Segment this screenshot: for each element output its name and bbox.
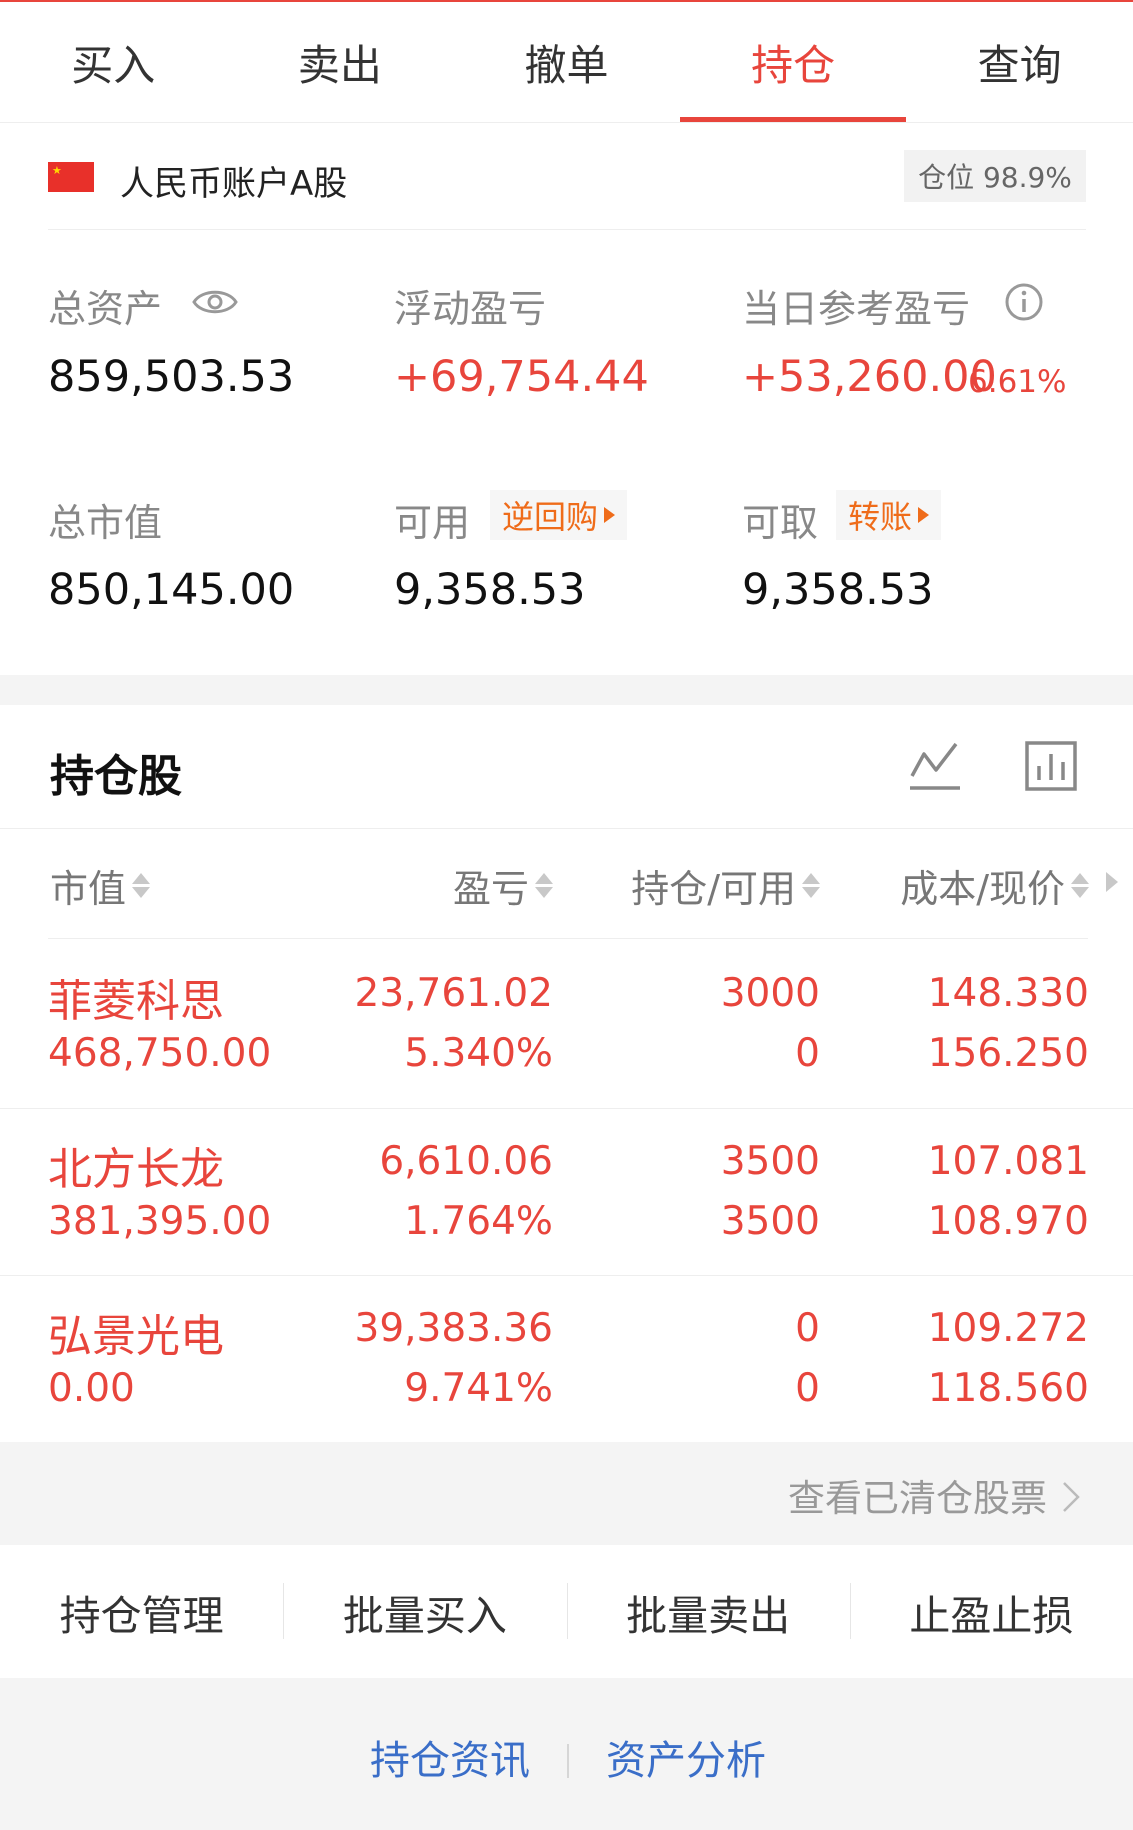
stock-cost: 148.330 [927, 971, 1089, 1016]
reverse-repo-button[interactable]: 逆回购 [490, 490, 628, 540]
withdrawable-label: 可取 [742, 501, 819, 545]
triangle-right-icon [918, 507, 930, 523]
total-assets-value: 859,503.53 [48, 352, 295, 402]
daily-pl-percent: 6.61% [968, 364, 1067, 400]
tab-cancel[interactable]: 撤单 [453, 2, 680, 122]
batch-buy-button[interactable]: 批量买入 [283, 1545, 566, 1678]
sort-icon [802, 873, 820, 898]
stock-pl: 6,610.06 [379, 1139, 553, 1184]
tab-buy[interactable]: 买入 [0, 2, 227, 122]
stock-available: 0 [795, 1031, 820, 1076]
stop-profit-loss-button[interactable]: 止盈止损 [849, 1545, 1133, 1678]
column-cost-price-label: 成本/现价 [900, 867, 1065, 911]
section-gap [0, 675, 1133, 705]
trade-tabs: 买入 卖出 撤单 持仓 查询 [0, 2, 1133, 123]
bottom-links: 持仓资讯 资产分析 [0, 1678, 1133, 1830]
floating-pl-value: +69,754.44 [394, 352, 649, 402]
table-row[interactable]: 菲菱科思 468,750.00 23,761.02 5.340% 3000 0 … [0, 941, 1133, 1108]
stock-price: 118.560 [927, 1366, 1089, 1411]
market-value-label: 总市值 [48, 501, 163, 545]
column-hold-available-label: 持仓/可用 [631, 867, 796, 911]
batch-sell-button[interactable]: 批量卖出 [566, 1545, 850, 1678]
manage-holdings-button[interactable]: 持仓管理 [0, 1545, 283, 1678]
sort-icon [132, 873, 151, 898]
daily-pl-label: 当日参考盈亏 [742, 287, 971, 331]
transfer-label: 转账 [848, 498, 913, 536]
withdrawable-value: 9,358.53 [742, 565, 934, 615]
tab-holdings[interactable]: 持仓 [679, 2, 907, 122]
account-name[interactable]: 人民币账户A股 [120, 156, 347, 205]
transfer-button[interactable]: 转账 [836, 490, 942, 540]
triangle-right-icon [604, 507, 616, 523]
table-row[interactable]: 弘景光电 0.00 39,383.36 9.741% 0 0 109.272 1… [0, 1276, 1133, 1443]
eye-icon[interactable] [192, 286, 238, 318]
tab-query[interactable]: 查询 [906, 2, 1133, 122]
stock-pl: 23,761.02 [354, 971, 554, 1016]
reverse-repo-label: 逆回购 [502, 498, 599, 536]
stock-hold: 3500 [720, 1139, 820, 1184]
holdings-title: 持仓股 [50, 751, 182, 802]
divider [567, 1744, 569, 1778]
stock-market-value: 468,750.00 [48, 1031, 272, 1076]
total-assets-label: 总资产 [48, 287, 163, 331]
stock-pl: 39,383.36 [354, 1306, 554, 1351]
stock-available: 0 [795, 1366, 820, 1411]
sort-icon [535, 873, 553, 898]
holding-actions: 持仓管理 批量买入 批量卖出 止盈止损 [0, 1545, 1133, 1678]
stock-price: 108.970 [927, 1199, 1089, 1244]
stock-available: 3500 [720, 1199, 820, 1244]
asset-analysis-link[interactable]: 资产分析 [606, 1728, 766, 1786]
scroll-right-icon[interactable] [1106, 872, 1118, 892]
stock-price: 156.250 [927, 1031, 1089, 1076]
china-flag-icon: ★ [48, 162, 94, 192]
stock-name: 北方长龙 [48, 1144, 224, 1195]
column-cost-price[interactable]: 成本/现价 [900, 858, 1089, 913]
chevron-right-icon [1063, 1482, 1080, 1512]
daily-pl-value: +53,260.00 [742, 352, 997, 402]
stock-cost: 109.272 [927, 1306, 1089, 1351]
market-value-value: 850,145.00 [48, 565, 295, 615]
table-row[interactable]: 北方长龙 381,395.00 6,610.06 1.764% 3500 350… [0, 1109, 1133, 1276]
stock-hold: 0 [795, 1306, 820, 1351]
sort-icon [1071, 873, 1089, 898]
column-market-value[interactable]: 市值 [50, 858, 151, 913]
info-icon[interactable] [1004, 282, 1044, 322]
stock-pl-percent: 9.741% [404, 1366, 553, 1411]
stock-market-value: 0.00 [48, 1366, 135, 1411]
stock-pl-percent: 1.764% [404, 1199, 553, 1244]
floating-pl-label: 浮动盈亏 [394, 287, 547, 331]
stock-name: 弘景光电 [48, 1311, 224, 1362]
tab-sell[interactable]: 卖出 [227, 2, 454, 122]
column-pl-label: 盈亏 [452, 867, 529, 911]
cleared-stocks-label: 查看已清仓股票 [788, 1477, 1047, 1520]
stock-cost: 107.081 [927, 1139, 1089, 1184]
stock-market-value: 381,395.00 [48, 1199, 272, 1244]
divider [0, 828, 1133, 829]
column-pl[interactable]: 盈亏 [453, 858, 553, 913]
holdings-news-link[interactable]: 持仓资讯 [370, 1728, 530, 1786]
stock-hold: 3000 [720, 971, 820, 1016]
bar-chart-icon[interactable] [1024, 740, 1078, 792]
stock-pl-percent: 5.340% [404, 1031, 553, 1076]
divider [48, 938, 1088, 939]
stock-name: 菲菱科思 [48, 976, 224, 1027]
column-market-value-label: 市值 [50, 867, 127, 911]
account-row: ★ 人民币账户A股 仓位 98.9% [48, 150, 1086, 230]
available-label: 可用 [394, 501, 471, 545]
column-hold-available[interactable]: 持仓/可用 [631, 858, 820, 913]
line-chart-icon[interactable] [908, 740, 962, 792]
cleared-stocks-link[interactable]: 查看已清仓股票 [0, 1442, 1133, 1545]
position-badge: 仓位 98.9% [904, 150, 1086, 202]
available-value: 9,358.53 [394, 565, 586, 615]
